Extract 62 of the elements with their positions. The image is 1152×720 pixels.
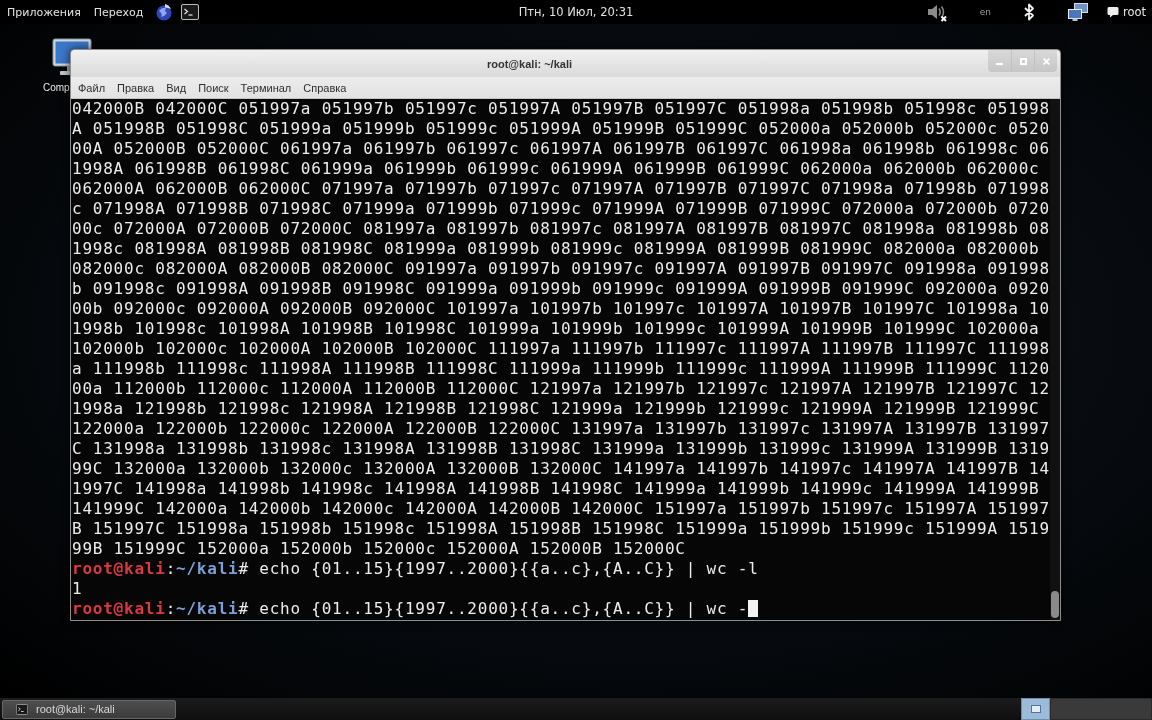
terminal-output-line: 1998A 061998B 061998C 061999a 061999b 061999c 061999A 061999B 061999C 062000a 062000b 062000c: [72, 159, 1040, 179]
menu-item[interactable]: Справка: [297, 81, 353, 94]
terminal-output-line: 00A 052000B 052000C 061997a 061997b 061997c 061997A 061997B 061997C 061998a 061998b 061998c 06: [72, 139, 1050, 159]
scrollbar-thumb[interactable]: [1051, 591, 1059, 618]
terminal-output-line: 00a 112000b 112000c 112000A 112000B 112000C 121997a 121997b 121997c 121997A 121997B 121997C 12: [72, 379, 1050, 399]
terminal-output-line: 042000B 042000C 051997a 051997b 051997c 051997A 051997B 051997C 051998a 051998b 051998c 051998: [72, 99, 1050, 119]
terminal-output-line: 141999C 142000a 142000b 142000c 142000A 142000B 142000C 151997a 151997b 151997c 151997A 151997: [72, 499, 1050, 519]
terminal-output-line: 1: [72, 579, 83, 599]
prompt-path: ~/kali: [176, 599, 239, 618]
terminal-output-line: 1997C 141998a 141998b 141998c 141998A 141998B 141998C 141999a 141999b 141999c 141999A 141999B: [72, 479, 1040, 499]
terminal-output-line: 99C 132000a 132000b 132000c 132000A 132000B 132000C 141997a 141997b 141997c 141997A 141997B 14: [72, 459, 1050, 479]
terminal-output-line: 102000b 102000c 102000A 102000B 102000C 111997a 111997b 111997c 111997A 111997B 111997C 111998: [72, 339, 1050, 359]
terminal-output-line: 99B 151999C 152000a 152000b 152000c 152000A 152000B 152000C: [72, 539, 686, 559]
terminal-icon[interactable]: [181, 4, 200, 20]
menu-item[interactable]: Вид: [160, 81, 193, 94]
terminal-output-line: B 151997C 151998a 151998b 151998c 151998A 151998B 151998C 151999a 151999b 151999c 151999A 1519: [72, 519, 1050, 539]
workspace-button[interactable]: [1021, 698, 1050, 720]
prompt-separator: :: [165, 559, 177, 578]
panel-menu[interactable]: Переход: [93, 5, 144, 19]
window-thumbnail-icon: [1030, 705, 1041, 713]
command-text: echo {01..15}{1997..2000}{{a..c},{A..C}} | wc -l: [259, 559, 759, 578]
minimize-icon: [996, 63, 1003, 65]
prompt-path: ~/kali: [176, 559, 239, 578]
clock[interactable]: Птн, 10 Июл, 20:31: [518, 5, 634, 19]
terminal-output-line: 1998b 101998c 101998A 101998B 101998C 101999a 101999b 101999c 101999A 101999B 101999C 102000a: [72, 319, 1040, 339]
prompt-separator: :: [165, 599, 177, 618]
chat-bubble-icon: [1106, 6, 1119, 18]
close-icon: [1042, 57, 1050, 65]
menu-item[interactable]: Терминал: [234, 81, 298, 94]
terminal-output-line: 00b 092000c 092000A 092000B 092000C 101997a 101997b 101997c 101997A 101997B 101997C 101998a 10: [72, 299, 1050, 319]
terminal-output-line: 1998c 081998A 081998B 081998C 081999a 081999b 081999c 081999A 081999B 081999C 082000a 082000b: [72, 239, 1040, 259]
terminal-output-line: A 051998B 051998C 051999a 051999b 051999c 051999A 051999B 051999C 052000a 052000b 052000c 0520: [72, 119, 1050, 139]
prompt-user: root@kali: [72, 599, 166, 618]
prompt-symbol: #: [238, 559, 249, 578]
menu-item[interactable]: Поиск: [192, 81, 235, 94]
network-icon[interactable]: [1067, 3, 1088, 21]
taskbar-window-button[interactable]: root@kali: ~/kali: [2, 699, 176, 719]
terminal-output-line: 1998a 121998b 121998c 121998A 121998B 121998C 121999a 121999b 121999c 121999A 121999B 121999C: [72, 399, 1040, 419]
speaker-muted-icon[interactable]: [926, 2, 947, 22]
terminal-output-line: b 091998c 091998A 091998B 091998C 091999a 091999b 091999c 091999A 091999B 091999C 092000a 0920: [72, 279, 1050, 299]
terminal-icon: [16, 703, 28, 715]
terminal-output-line: a 111998b 111998c 111998A 111998B 111998C 111999a 111999b 111999c 111999A 111999B 111999C 1120: [72, 359, 1050, 379]
terminal-output-line: C 131998a 131998b 131998c 131998A 131998B 131998C 131999a 131999b 131999c 131999A 131999B 1319: [72, 439, 1050, 459]
keyboard-layout-indicator[interactable]: en: [979, 7, 991, 17]
terminal-output-line: 00c 072000A 072000B 072000C 081997a 081997b 081997c 081997A 081997B 081997C 081998a 081998b 08: [72, 219, 1050, 239]
menu-item[interactable]: Файл: [72, 81, 112, 94]
globe-icon[interactable]: [156, 3, 173, 21]
user-menu[interactable]: root: [1106, 5, 1146, 19]
terminal-output-line: 122000a 122000b 122000c 122000A 122000B 122000C 131997a 131997b 131997c 131997A 131997B 131997: [72, 419, 1050, 439]
terminal-output-line: 082000c 082000A 082000B 082000C 091997a 091997b 091997c 091997A 091997B 091997C 091998a 091998: [72, 259, 1050, 279]
panel-menu[interactable]: Приложения: [7, 5, 81, 19]
bluetooth-icon[interactable]: [1023, 3, 1035, 21]
prompt-symbol: #: [238, 599, 249, 618]
desktop-icon-label[interactable]: Comp: [43, 82, 70, 93]
terminal-output-line: c 071998A 071998B 071998C 071999a 071999b 071999c 071999A 071999B 071999C 072000a 072000b 0720: [72, 199, 1050, 219]
command-text: echo {01..15}{1997..2000}{{a..c},{A..C}} | wc -: [259, 599, 749, 618]
terminal-output-line: 062000A 062000B 062000C 071997a 071997b 071997c 071997A 071997B 071997C 071998a 071998b 071998: [72, 179, 1050, 199]
maximize-icon: [1019, 57, 1027, 65]
prompt-user: root@kali: [72, 559, 166, 578]
menu-item[interactable]: Правка: [111, 81, 161, 94]
scrollbar-track[interactable]: [1050, 99, 1060, 620]
window-title: root@kali: ~/kali: [486, 57, 573, 70]
